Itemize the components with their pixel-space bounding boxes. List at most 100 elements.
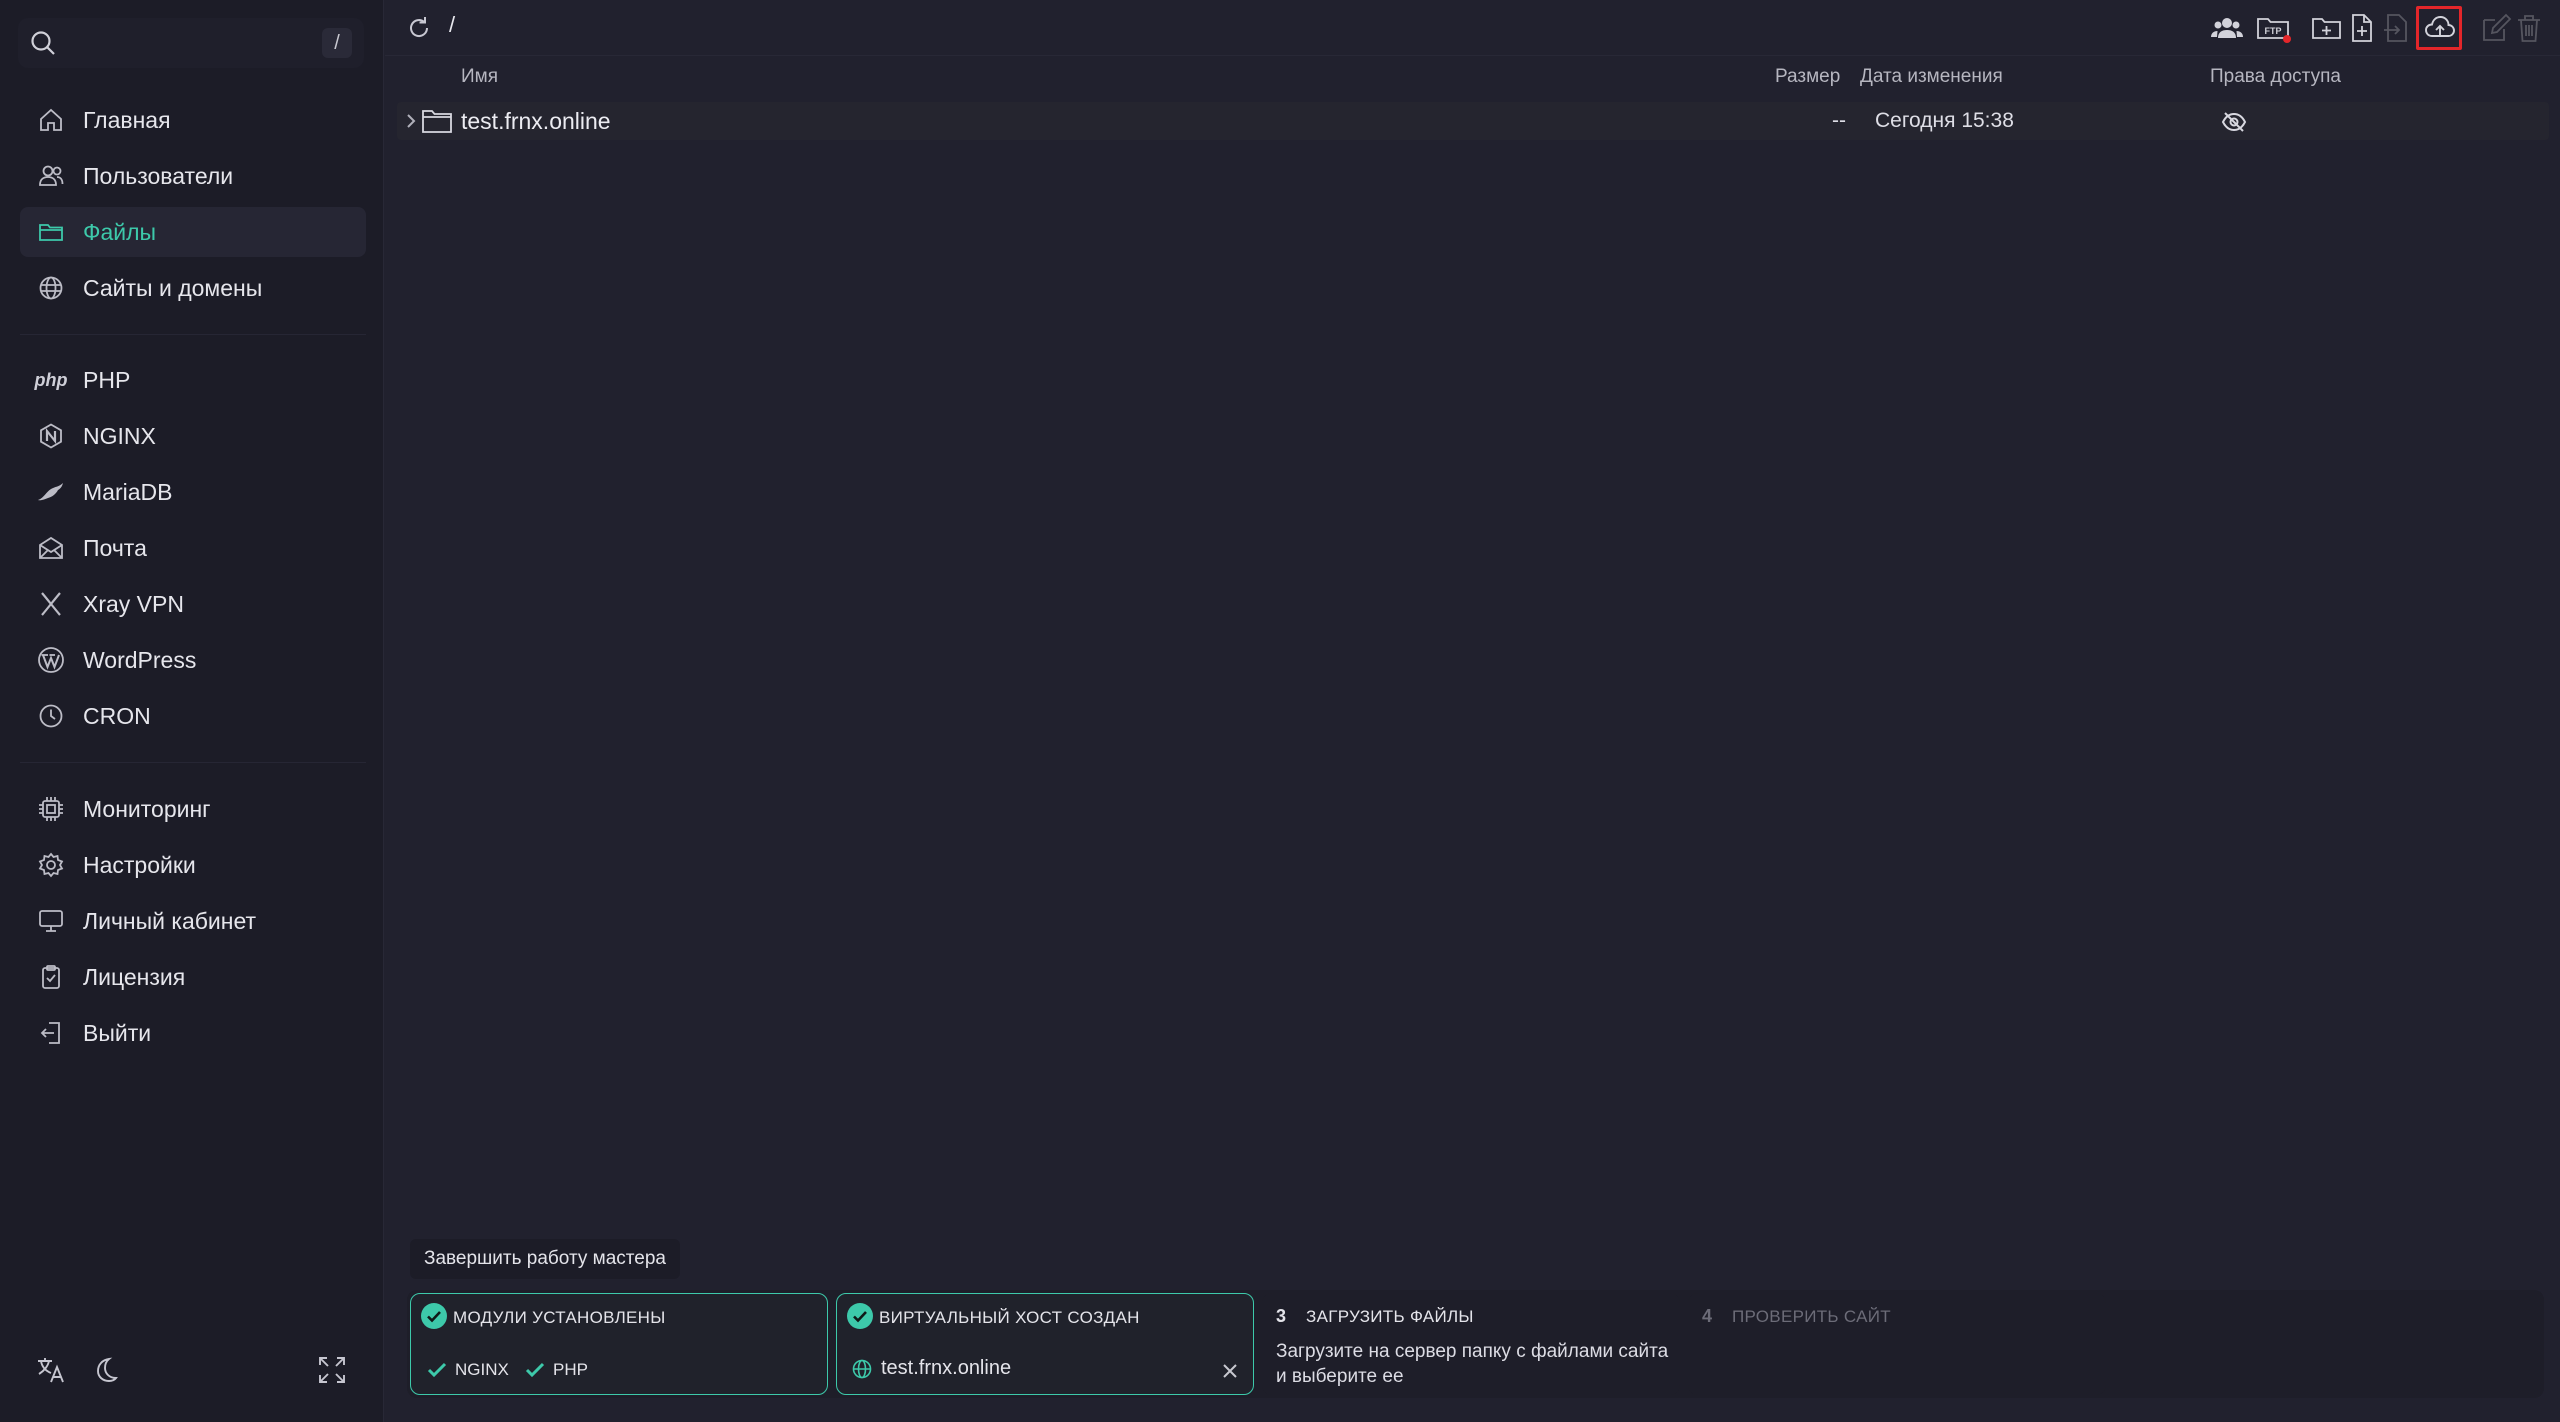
- translate-icon[interactable]: [34, 1353, 68, 1387]
- wizard-step-title: ВИРТУАЛЬНЫЙ ХОСТ СОЗДАН: [879, 1308, 1140, 1327]
- sidebar-item-label: CRON: [83, 702, 151, 729]
- eye-off-icon[interactable]: [2221, 110, 2247, 134]
- wizard-step-title: ЗАГРУЗИТЬ ФАЙЛЫ: [1306, 1307, 1474, 1326]
- sidebar-item-label: Xray VPN: [83, 590, 184, 617]
- sidebar-item-nginx[interactable]: NGINX: [20, 411, 366, 461]
- sidebar-item-settings[interactable]: Настройки: [20, 840, 366, 890]
- column-header-name[interactable]: Имя: [461, 66, 498, 88]
- breadcrumb-path[interactable]: /: [449, 12, 455, 38]
- vhost-domain[interactable]: test.frnx.online: [851, 1357, 1011, 1380]
- sidebar-item-label: Настройки: [83, 851, 196, 878]
- home-icon: [36, 105, 66, 135]
- fullscreen-icon[interactable]: [315, 1353, 349, 1387]
- check-icon: [427, 1361, 447, 1379]
- wizard-step-number: 3: [1276, 1306, 1287, 1326]
- monitor-icon: [36, 906, 66, 936]
- file-toolbar: / FTP: [385, 0, 2560, 56]
- module-php: PHP: [525, 1360, 588, 1380]
- globe-icon: [851, 1358, 873, 1380]
- sidebar-item-php[interactable]: php PHP: [20, 355, 366, 405]
- trash-icon[interactable]: [2512, 12, 2546, 44]
- sidebar-item-wordpress[interactable]: WordPress: [20, 635, 366, 685]
- sidebar: / Главная Пользователи Файлы Сайты и дом…: [0, 0, 384, 1422]
- ftp-folder-icon[interactable]: FTP: [2256, 12, 2291, 44]
- wizard-step-check: 4 ПРОВЕРИТЬ САЙТ: [1688, 1293, 2106, 1395]
- sidebar-divider: [20, 334, 366, 335]
- wizard-step-vhost: ВИРТУАЛЬНЫЙ ХОСТ СОЗДАН test.frnx.online: [836, 1293, 1254, 1395]
- mariadb-icon: [36, 477, 66, 507]
- php-icon: php: [34, 365, 68, 395]
- wizard-step-number: 4: [1702, 1306, 1713, 1326]
- refresh-icon[interactable]: [405, 14, 433, 42]
- folder-icon: [36, 217, 66, 247]
- sidebar-item-label: Пользователи: [83, 162, 234, 189]
- sidebar-item-cron[interactable]: CRON: [20, 691, 366, 741]
- new-file-icon[interactable]: [2345, 12, 2379, 44]
- wizard-step-upload: 3 ЗАГРУЗИТЬ ФАЙЛЫ Загрузите на сервер па…: [1262, 1293, 1680, 1395]
- search-input[interactable]: /: [18, 18, 364, 68]
- module-nginx: NGINX: [427, 1360, 509, 1380]
- module-label: NGINX: [455, 1360, 509, 1379]
- sidebar-item-license[interactable]: Лицензия: [20, 952, 366, 1002]
- wizard-step-description: Загрузите на сервер папку с файлами сайт…: [1276, 1341, 1669, 1387]
- sidebar-item-mail[interactable]: Почта: [20, 523, 366, 573]
- users-icon: [36, 161, 66, 191]
- chip-icon: [36, 794, 66, 824]
- sidebar-item-label: Почта: [83, 534, 147, 561]
- wordpress-icon: [36, 645, 66, 675]
- users-group-icon[interactable]: [2210, 12, 2244, 44]
- wizard-step-title: МОДУЛИ УСТАНОВЛЕНЫ: [453, 1308, 666, 1327]
- close-icon[interactable]: [1221, 1362, 1239, 1380]
- sidebar-item-label: Мониторинг: [83, 795, 211, 822]
- check-circle-icon: [421, 1303, 447, 1329]
- upload-cloud-icon[interactable]: [2423, 12, 2457, 44]
- finish-wizard-button[interactable]: Завершить работу мастера: [410, 1239, 680, 1279]
- folder-icon: [421, 108, 453, 134]
- sidebar-item-label: Файлы: [83, 218, 157, 245]
- edit-icon[interactable]: [2479, 12, 2513, 44]
- new-folder-icon[interactable]: [2310, 12, 2344, 44]
- file-modified: Сегодня 15:38: [1875, 109, 2014, 132]
- vhost-domain-label: test.frnx.online: [881, 1357, 1012, 1379]
- sidebar-item-mariadb[interactable]: MariaDB: [20, 467, 366, 517]
- sidebar-footer: [0, 1345, 384, 1395]
- sidebar-item-xray[interactable]: Xray VPN: [20, 579, 366, 629]
- file-manager: / FTP Имя Размер Дата изменения Права до…: [385, 0, 2560, 1422]
- sidebar-item-monitoring[interactable]: Мониторинг: [20, 784, 366, 834]
- clock-icon: [36, 701, 66, 731]
- sidebar-item-account[interactable]: Личный кабинет: [20, 896, 366, 946]
- column-header-size[interactable]: Размер: [1775, 66, 1840, 88]
- nginx-icon: [36, 421, 66, 451]
- globe-icon: [36, 273, 66, 303]
- moon-icon[interactable]: [88, 1353, 122, 1387]
- column-header-modified[interactable]: Дата изменения: [1860, 66, 2003, 88]
- sidebar-item-label: Лицензия: [83, 963, 186, 990]
- sidebar-item-label: Главная: [83, 106, 171, 133]
- check-icon: [525, 1361, 545, 1379]
- sidebar-item-label: Выйти: [83, 1019, 152, 1046]
- xray-icon: [36, 589, 66, 619]
- module-label: PHP: [553, 1360, 588, 1379]
- license-icon: [36, 962, 66, 992]
- sidebar-item-sites[interactable]: Сайты и домены: [20, 263, 366, 313]
- mail-icon: [36, 533, 66, 563]
- table-row[interactable]: test.frnx.online -- Сегодня 15:38: [397, 102, 2549, 140]
- check-circle-icon: [847, 1303, 873, 1329]
- php-icon-text: php: [34, 369, 68, 390]
- sidebar-item-label: Сайты и домены: [83, 274, 263, 301]
- sidebar-item-files[interactable]: Файлы: [20, 207, 366, 257]
- column-header-permissions[interactable]: Права доступа: [2210, 66, 2341, 88]
- logout-icon: [36, 1018, 66, 1048]
- move-icon[interactable]: [2380, 12, 2414, 44]
- sidebar-item-label: NGINX: [83, 422, 156, 449]
- sidebar-item-users[interactable]: Пользователи: [20, 151, 366, 201]
- sidebar-item-label: WordPress: [83, 646, 197, 673]
- wizard-step-title: ПРОВЕРИТЬ САЙТ: [1732, 1307, 1891, 1326]
- file-size: --: [1832, 109, 1846, 132]
- sidebar-item-logout[interactable]: Выйти: [20, 1008, 366, 1058]
- chevron-right-icon[interactable]: [403, 112, 419, 130]
- search-icon: [28, 28, 58, 58]
- file-name[interactable]: test.frnx.online: [461, 108, 611, 135]
- sidebar-item-home[interactable]: Главная: [20, 95, 366, 145]
- search-shortcut-key: /: [322, 28, 352, 58]
